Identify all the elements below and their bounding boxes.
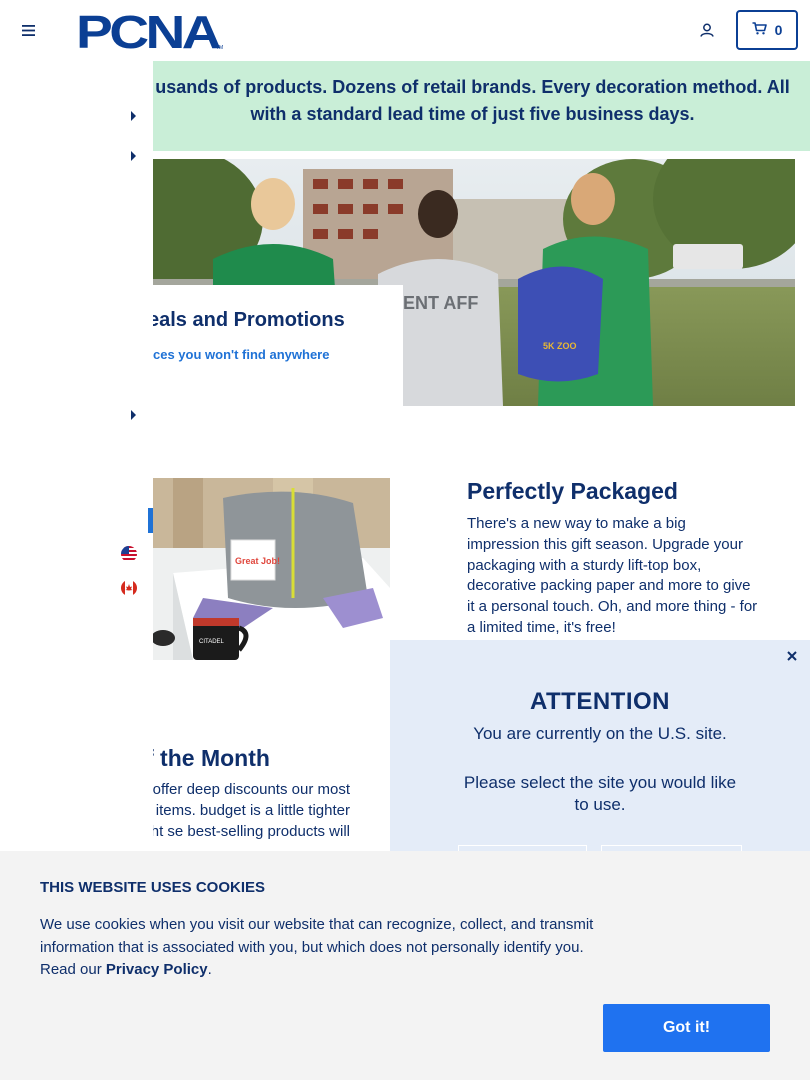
packaged-body: There's a new way to make a big impressi… [467, 515, 758, 636]
banner-text: usands of products. Dozens of retail bra… [155, 77, 790, 124]
close-icon[interactable] [784, 648, 800, 664]
logo-wordmark: PCNA [76, 11, 220, 51]
month-deals-title: f the Month [146, 745, 270, 771]
deals-link[interactable]: ces you won't find anywhere [153, 347, 329, 362]
side-active-indicator [148, 508, 153, 533]
cart-count: 0 [774, 22, 783, 38]
hamburger-menu-icon[interactable] [18, 20, 38, 40]
packaged-title: Perfectly Packaged [467, 478, 678, 504]
side-caret-icon[interactable] [129, 148, 137, 161]
deals-title: eals and Promotions [148, 309, 345, 331]
account-icon[interactable] [697, 20, 717, 40]
jacket-print: ENT AFF [403, 293, 478, 313]
cart-icon [752, 22, 767, 38]
accept-cookies-button[interactable]: Got it! [603, 1004, 770, 1052]
canada-flag-icon[interactable] [121, 580, 137, 596]
cookie-text: We use cookies when you visit our websit… [40, 914, 600, 982]
modal-subtitle: You are currently on the U.S. site. [473, 724, 727, 743]
cookie-period: . [207, 961, 212, 978]
packaged-image: Great Job! CITADEL [153, 478, 390, 660]
cookie-consent-bar: THIS WEBSITE USES COOKIES We use cookies… [0, 851, 810, 1080]
modal-title: ATTENTION [529, 688, 671, 715]
privacy-policy-link[interactable]: Privacy Policy [106, 961, 208, 978]
modal-question: Please select the site you would like to… [463, 773, 737, 814]
bag-print: 5K ZOO [543, 341, 577, 351]
mug-print: CITADEL [199, 639, 225, 645]
site-header: PCNA TM 0 [0, 0, 810, 61]
side-caret-icon[interactable] [129, 108, 137, 121]
svg-text:TM: TM [216, 45, 223, 51]
card-print: Great Job! [235, 556, 280, 566]
pcna-logo[interactable]: PCNA TM [76, 6, 224, 58]
us-flag-icon[interactable] [121, 546, 137, 562]
cookie-title: THIS WEBSITE USES COOKIES [40, 879, 266, 896]
cart-button[interactable]: 0 [736, 10, 798, 50]
deals-promotions-card: eals and Promotions ces you won't find a… [140, 285, 403, 406]
side-caret-icon[interactable] [129, 407, 137, 420]
